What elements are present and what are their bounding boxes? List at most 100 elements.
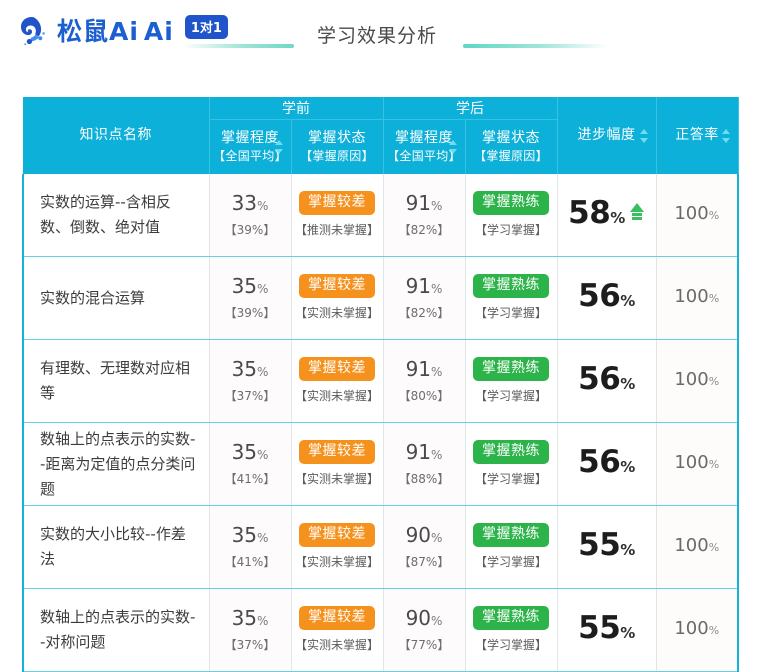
pre-status-badge: 掌握较差	[299, 190, 375, 215]
pre-status-badge: 掌握较差	[299, 356, 375, 381]
title-decoration-left	[182, 44, 294, 48]
pre-status-badge: 掌握较差	[299, 605, 375, 630]
accuracy-number: 100	[674, 203, 709, 224]
cell-post-status: 掌握熟练 【学习掌握】	[464, 505, 558, 589]
cell-post-level: 90% 【87%】	[382, 505, 466, 589]
knowledge-name-text: 实数的运算--含相反数、倒数、绝对值	[40, 193, 171, 236]
post-status-reason: 【学习掌握】	[474, 637, 547, 652]
improvement-number: 58	[568, 194, 611, 231]
table-row[interactable]: 实数的大小比较--作差法 35% 【41%】 掌握较差 【实测未掌握】 90% 【87%】掌…	[22, 505, 739, 589]
table-row[interactable]: 数轴上的点表示的实数--对称问题 35% 【37%】 掌握较差 【实测未掌握】 90% 【7…	[22, 588, 739, 672]
accuracy-number: 100	[674, 369, 709, 390]
pre-level-national-average: 【41%】	[224, 471, 276, 486]
col-header-accuracy[interactable]: 正答率	[655, 97, 739, 174]
post-level-unit: %	[431, 613, 443, 628]
brand-name: 松鼠Ai	[57, 16, 139, 46]
cell-knowledge-name: 实数的运算--含相反数、倒数、绝对值	[22, 174, 210, 257]
pre-level-unit: %	[257, 198, 269, 213]
knowledge-name-text: 实数的混合运算	[40, 288, 146, 307]
brand-logo[interactable]: 松鼠Ai Ai 1对1	[18, 14, 228, 48]
cell-pre-status: 掌握较差 【实测未掌握】	[290, 588, 384, 672]
cell-post-level: 91% 【80%】	[382, 339, 466, 423]
table-group-header-row: 知识点名称 学前 学后 进步幅度 正答率	[23, 97, 739, 174]
learning-effect-table: 知识点名称 学前 学后 进步幅度 正答率 掌握程度 【全国平均】 掌握状态 【掌…	[22, 97, 739, 672]
cell-post-level: 91% 【88%】	[382, 422, 466, 506]
accuracy-unit: %	[708, 292, 720, 305]
improvement-number: 55	[578, 526, 621, 563]
post-level-national-average: 【88%】	[398, 471, 450, 486]
improvement-unit: %	[620, 457, 635, 476]
accuracy-value: 100%	[674, 369, 719, 390]
pre-level-national-average: 【39%】	[224, 222, 276, 237]
page-title: 学习效果分析	[317, 25, 438, 47]
group-header-before: 学前	[208, 97, 384, 120]
cell-post-status: 掌握熟练 【学习掌握】	[464, 174, 558, 257]
post-level-number: 91	[405, 190, 432, 215]
accuracy-number: 100	[674, 452, 709, 473]
improvement-value: 55%	[578, 527, 635, 563]
pre-level-national-average: 【39%】	[224, 305, 276, 320]
accuracy-number: 100	[674, 535, 709, 556]
sort-indicator-icon[interactable]	[639, 128, 649, 144]
post-level-value: 90%	[384, 523, 465, 550]
post-status-reason: 【学习掌握】	[474, 471, 547, 486]
pre-level-unit: %	[257, 281, 269, 296]
col-header-name[interactable]: 知识点名称	[23, 97, 210, 174]
cell-post-level: 91% 【82%】	[382, 256, 466, 340]
post-level-value: 91%	[384, 440, 465, 467]
pre-status-badge: 掌握较差	[299, 439, 375, 464]
pre-status-badge: 掌握较差	[299, 522, 375, 547]
sort-indicator-icon[interactable]	[448, 139, 458, 155]
table-row[interactable]: 数轴上的点表示的实数--距离为定值的点分类问题 35% 【41%】 掌握较差 【实测未掌…	[22, 422, 739, 506]
improvement-value: 58%	[568, 195, 645, 231]
improvement-unit: %	[620, 623, 635, 642]
post-level-national-average: 【77%】	[398, 637, 450, 652]
pre-level-unit: %	[257, 613, 269, 628]
table-row[interactable]: 实数的混合运算 35% 【39%】 掌握较差 【实测未掌握】 91% 【82%】 掌握熟练 【学…	[22, 256, 739, 340]
post-status-reason: 【学习掌握】	[474, 222, 547, 237]
pre-level-unit: %	[257, 447, 269, 462]
improvement-unit: %	[610, 208, 625, 227]
col-header-pre-status-label: 掌握状态	[308, 130, 366, 146]
accuracy-unit: %	[708, 375, 720, 388]
col-header-pre-status[interactable]: 掌握状态 【掌握原因】	[290, 119, 384, 174]
cell-post-level: 90% 【77%】	[382, 588, 466, 672]
table-body: 实数的运算--含相反数、倒数、绝对值 33% 【39%】 掌握较差 【推测未掌握】 91%…	[22, 174, 739, 672]
post-status-badge: 掌握熟练	[473, 356, 549, 381]
knowledge-name-text: 数轴上的点表示的实数--对称问题	[40, 608, 196, 651]
pre-status-reason: 【推测未掌握】	[294, 222, 379, 237]
col-header-post-status[interactable]: 掌握状态 【掌握原因】	[464, 119, 558, 174]
cell-improvement: 56%	[556, 422, 657, 506]
post-level-unit: %	[431, 364, 443, 379]
table-row[interactable]: 实数的运算--含相反数、倒数、绝对值 33% 【39%】 掌握较差【推测未掌握】 91%…	[22, 174, 739, 257]
post-status-reason: 【学习掌握】	[474, 388, 547, 403]
post-level-unit: %	[431, 447, 443, 462]
table-head: 知识点名称 学前 学后 进步幅度 正答率 掌握程度 【全国平均】 掌握状态 【掌…	[23, 97, 739, 174]
knowledge-name-text: 有理数、无理数对应相等	[40, 359, 191, 402]
col-header-post-level[interactable]: 掌握程度 【全国平均】	[382, 119, 466, 174]
post-status-reason: 【学习掌握】	[474, 554, 547, 569]
cell-accuracy: 100%	[655, 588, 739, 672]
accuracy-unit: %	[708, 624, 720, 637]
pre-level-national-average: 【37%】	[224, 388, 276, 403]
title-decoration-right	[463, 44, 608, 48]
table-row[interactable]: 有理数、无理数对应相等 35% 【37%】 掌握较差 【实测未掌握】 91% 【80%】 掌握…	[22, 339, 739, 423]
improvement-number: 55	[578, 609, 621, 646]
col-header-improve[interactable]: 进步幅度	[556, 97, 657, 174]
up-arrow-icon	[629, 203, 645, 220]
post-level-unit: %	[431, 198, 443, 213]
brand-badge: 1对1	[184, 15, 228, 39]
col-header-pre-level[interactable]: 掌握程度 【全国平均】	[208, 119, 292, 174]
pre-level-national-average: 【41%】	[224, 554, 276, 569]
sort-indicator-icon[interactable]	[274, 139, 284, 155]
cell-knowledge-name: 实数的大小比较--作差法	[22, 505, 210, 589]
sort-indicator-icon[interactable]	[721, 128, 731, 144]
cell-accuracy: 100%	[655, 256, 739, 340]
pre-level-value: 33%	[210, 191, 291, 218]
improvement-unit: %	[620, 540, 635, 559]
pre-level-value: 35%	[210, 357, 291, 384]
post-level-unit: %	[431, 281, 443, 296]
improvement-value: 56%	[578, 444, 635, 480]
pre-status-reason: 【实测未掌握】	[294, 305, 379, 320]
accuracy-number: 100	[674, 618, 709, 639]
